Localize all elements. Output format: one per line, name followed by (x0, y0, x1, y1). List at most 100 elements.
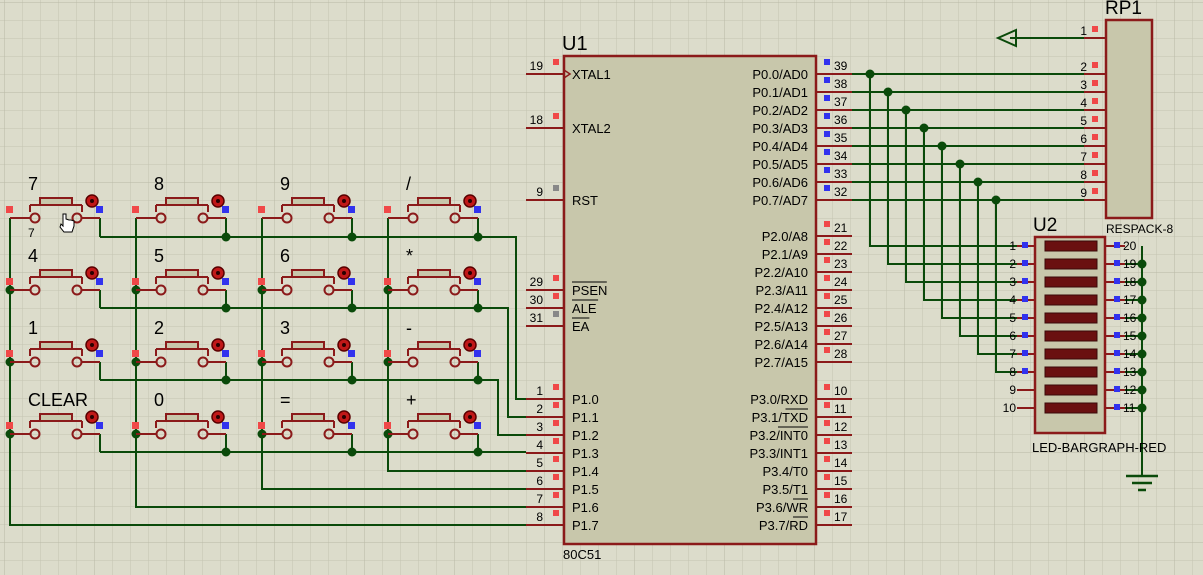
u2-pin-marker (1114, 260, 1120, 266)
u1-pin-number: 26 (834, 311, 848, 325)
key-pin-marker (258, 206, 265, 213)
u1-pin-label: P1.5 (572, 482, 599, 497)
u1-pin-number: 34 (834, 149, 848, 163)
u2-part: LED-BARGRAPH-RED (1032, 440, 1166, 455)
u2-pin-marker (1114, 332, 1120, 338)
u1-pin-number: 12 (834, 420, 848, 434)
u1-pin-number: 31 (530, 311, 544, 325)
key-pin-marker (132, 278, 139, 285)
u2-pin-marker (1022, 368, 1028, 374)
u1-pin-number: 32 (834, 185, 848, 199)
rp1-pin-marker (1092, 152, 1098, 158)
led-segment (1044, 384, 1098, 396)
rp1-pin-number: 1 (1080, 24, 1087, 38)
rp1-pin-marker (1092, 62, 1098, 68)
rp1-part: RESPACK-8 (1106, 222, 1173, 236)
junction-dot (221, 375, 231, 385)
rp1-pin-number: 2 (1080, 60, 1087, 74)
junction-dot (1137, 403, 1147, 413)
u1-pin-marker (553, 59, 559, 65)
key-pin-marker (348, 422, 355, 429)
u2-pin-number: 12 (1123, 383, 1137, 397)
u1-pin-marker (824, 149, 830, 155)
u1-pin-marker (824, 221, 830, 227)
u1-pin-number: 5 (536, 456, 543, 470)
u2-pin-number: 2 (1009, 257, 1016, 271)
key-label: 2 (154, 318, 164, 338)
key-knob-center (216, 343, 220, 347)
u1-pin-label: P3.4/T0 (762, 464, 808, 479)
rp1-pin-marker (1092, 116, 1098, 122)
u1-pin-marker (824, 510, 830, 516)
u1-pin-number: 25 (834, 293, 848, 307)
key-pin-marker (474, 206, 481, 213)
u1-pin-marker (824, 185, 830, 191)
key-label: 7 (28, 174, 38, 194)
key-pin-marker (384, 350, 391, 357)
rp1-pin-number: 6 (1080, 132, 1087, 146)
u1-pin-marker (553, 420, 559, 426)
u1-pin-marker (553, 275, 559, 281)
key-pin-marker (222, 350, 229, 357)
u1-pin-marker (553, 402, 559, 408)
key-label: 3 (280, 318, 290, 338)
junction-dot (347, 232, 357, 242)
key-pin-marker (6, 278, 13, 285)
key-button (39, 269, 73, 278)
u1-pin-number: 17 (834, 510, 848, 524)
key-button (165, 341, 199, 350)
u2-pin-marker (1114, 350, 1120, 356)
key-label: CLEAR (28, 390, 88, 410)
key-label: = (280, 390, 291, 410)
key-button (291, 413, 325, 422)
key-pin-marker (6, 422, 13, 429)
u1-pin-marker (824, 438, 830, 444)
junction-dot (221, 232, 231, 242)
junction-dot (473, 303, 483, 313)
key-knob-center (468, 271, 472, 275)
key-knob-center (342, 271, 346, 275)
key-pin-marker (384, 206, 391, 213)
u1-pin-number: 30 (530, 293, 544, 307)
u2-pin-marker (1022, 332, 1028, 338)
junction-dot (473, 232, 483, 242)
schematic-canvas[interactable]: U1 80C51 19 XTAL1 18 XTAL2 9 RST 29 PSEN 30 ALE 31 EA… (0, 0, 1203, 575)
u2-pin-marker (1114, 368, 1120, 374)
key-button (165, 269, 199, 278)
key-pin-marker (258, 350, 265, 357)
u1-pin-label: P2.1/A9 (762, 247, 808, 262)
rp1-pin-marker (1092, 26, 1098, 32)
u2-pin-number: 5 (1009, 311, 1016, 325)
u1-pin-label: P0.5/AD5 (752, 157, 808, 172)
u1-pin-label: P2.5/A13 (755, 319, 809, 334)
led-segment (1044, 258, 1098, 270)
u1-pin-label: P1.7 (572, 518, 599, 533)
u1-pin-label: P3.1/TXD (752, 410, 808, 425)
u2-ref: U2 (1033, 215, 1057, 236)
u1-pin-marker (824, 257, 830, 263)
u1-pin-marker (824, 420, 830, 426)
u1-pin-marker (824, 59, 830, 65)
key-knob-center (468, 343, 472, 347)
key-knob-center (90, 415, 94, 419)
key-knob-center (342, 343, 346, 347)
u1-pin-label: RST (572, 193, 598, 208)
junction-dot (347, 303, 357, 313)
u1-pin-marker (824, 239, 830, 245)
key-label: - (406, 318, 412, 338)
u2-pin-marker (1114, 404, 1120, 410)
u1-pin-marker (824, 474, 830, 480)
u1-pin-marker (824, 293, 830, 299)
u2-pin-number: 4 (1009, 293, 1016, 307)
u2-pin-marker (1114, 314, 1120, 320)
key-pin-marker (222, 206, 229, 213)
u1-pin-label: EA (572, 319, 590, 334)
key-pin-marker (258, 278, 265, 285)
u1-pin-number: 13 (834, 438, 848, 452)
u1-pin-label: P3.3/INT1 (749, 446, 808, 461)
key-label: + (406, 390, 417, 410)
u1-pin-label: P0.2/AD2 (752, 103, 808, 118)
u1-pin-label: P1.2 (572, 428, 599, 443)
key-pin-marker (348, 206, 355, 213)
u2-pin-number: 10 (1003, 401, 1017, 415)
